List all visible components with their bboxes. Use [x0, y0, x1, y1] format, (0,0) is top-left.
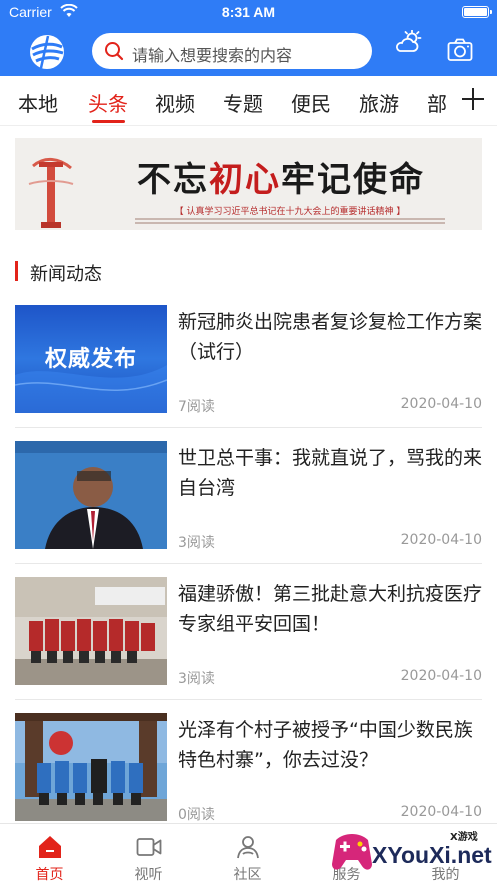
news-item[interactable]: 福建骄傲！第三批赴意大利抗疫医疗专家组平安回国！ 3阅读 2020-04-10: [15, 577, 482, 701]
site-watermark: X游戏 XYouXi.net: [326, 826, 492, 880]
tab-topics[interactable]: 专题: [223, 88, 263, 117]
news-item[interactable]: 权威发布 新冠肺炎出院患者复诊复检工作方案（试行） 7阅读 2020-04-10: [15, 305, 482, 429]
clock: 8:31 AM: [221, 4, 276, 20]
home-icon: [39, 836, 61, 858]
read-count: 0阅读: [178, 807, 215, 823]
news-item[interactable]: 世卫总干事：我就直说了，骂我的来自台湾 3阅读 2020-04-10: [15, 441, 482, 565]
nav-home[interactable]: 首页: [0, 824, 99, 883]
section-title-bar: [15, 261, 18, 281]
banner-fine-print: [135, 218, 445, 226]
news-thumbnail: [15, 577, 167, 685]
banner-slogan: 不忘初心牢记使命: [137, 160, 425, 200]
news-thumbnail: [15, 713, 167, 821]
category-tabs: 本地 头条 视频 专题 便民 旅游 部: [0, 76, 497, 126]
watermark-small-text: X游戏: [450, 832, 478, 843]
tab-local[interactable]: 本地: [18, 88, 58, 117]
add-channel-icon[interactable]: [462, 88, 484, 110]
divider: [15, 427, 482, 428]
logo-globe-icon[interactable]: [28, 33, 66, 71]
nav-media-label: 视听: [134, 867, 163, 883]
publish-date: 2020-04-10: [400, 668, 482, 684]
battery-icon: [462, 6, 492, 18]
app-header: 请输入想要搜索的内容: [0, 26, 497, 76]
search-input[interactable]: 请输入想要搜索的内容: [92, 33, 372, 69]
weather-cloud-sun-icon[interactable]: [395, 30, 423, 54]
search-placeholder: 请输入想要搜索的内容: [132, 46, 293, 65]
thumbnail-caption: 权威发布: [44, 347, 137, 372]
gamepad-logo-icon: [332, 834, 372, 870]
video-camera-icon: [136, 838, 162, 856]
tab-services[interactable]: 便民: [291, 88, 331, 117]
news-thumbnail: [15, 441, 167, 549]
search-icon: [105, 42, 124, 61]
camera-icon[interactable]: [447, 38, 473, 62]
nav-home-label: 首页: [35, 867, 64, 883]
news-title[interactable]: 光泽有个村子被授予“中国少数民族特色村寨”，你去过没？: [178, 715, 484, 775]
publish-date: 2020-04-10: [400, 396, 482, 412]
tab-travel[interactable]: 旅游: [359, 88, 399, 117]
banner[interactable]: 不忘初心牢记使命 【 认真学习习近平总书记在十九大会上的重要讲话精神 】: [15, 138, 482, 230]
tab-departments[interactable]: 部: [427, 88, 447, 117]
status-bar: Carrier 8:31 AM: [0, 0, 497, 26]
news-title[interactable]: 新冠肺炎出院患者复诊复检工作方案（试行）: [178, 307, 484, 367]
active-tab-indicator: [92, 120, 125, 123]
publish-date: 2020-04-10: [400, 804, 482, 820]
publish-date: 2020-04-10: [400, 532, 482, 548]
section-title-text: 新闻动态: [30, 264, 102, 285]
news-title[interactable]: 世卫总干事：我就直说了，骂我的来自台湾: [178, 443, 484, 503]
divider: [15, 699, 482, 700]
divider: [15, 563, 482, 564]
read-count: 7阅读: [178, 399, 215, 415]
news-thumbnail: 权威发布: [15, 305, 167, 413]
read-count: 3阅读: [178, 671, 215, 687]
watermark-text: XYouXi.net: [372, 842, 492, 868]
banner-subtitle: 【 认真学习习近平总书记在十九大会上的重要讲话精神 】: [174, 207, 406, 217]
news-item[interactable]: 光泽有个村子被授予“中国少数民族特色村寨”，你去过没？ 0阅读 2020-04-…: [15, 713, 482, 837]
tab-video[interactable]: 视频: [155, 88, 195, 117]
community-icon: [237, 836, 259, 859]
news-title[interactable]: 福建骄傲！第三批赴意大利抗疫医疗专家组平安回国！: [178, 579, 484, 639]
read-count: 3阅读: [178, 535, 215, 551]
nav-media[interactable]: 视听: [99, 824, 198, 883]
nav-community-label: 社区: [233, 867, 262, 883]
tab-headlines[interactable]: 头条: [88, 88, 128, 117]
nav-community[interactable]: 社区: [198, 824, 297, 883]
huabiao-pillar-icon: [28, 158, 74, 228]
